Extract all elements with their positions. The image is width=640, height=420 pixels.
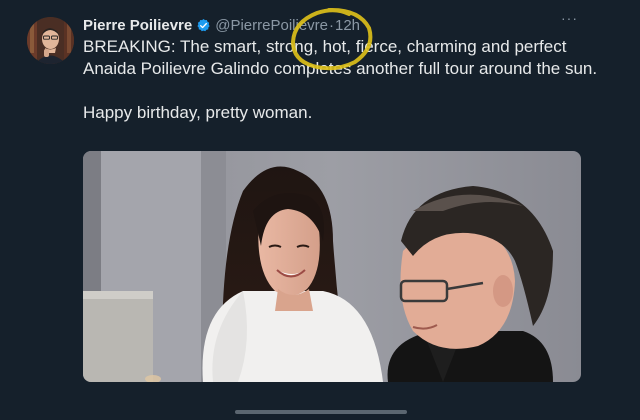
tweet-text-paragraph: Happy birthday, pretty woman. [83,103,313,122]
tweet[interactable]: Pierre Poilievre @PierrePoilievre · 12h … [0,0,640,420]
author-handle[interactable]: @PierrePoilievre [215,17,328,34]
tweet-header: Pierre Poilievre @PierrePoilievre · 12h [83,14,360,36]
home-indicator[interactable] [235,410,407,414]
more-options-icon[interactable]: ··· [561,10,578,26]
meta-separator: · [329,16,334,34]
tweet-text-paragraph: BREAKING: The smart, strong, hot, fierce… [83,37,598,78]
verified-badge-icon [196,18,211,33]
avatar[interactable] [27,17,74,64]
tweet-timestamp[interactable]: 12h [335,17,360,34]
tweet-photo[interactable] [83,151,581,382]
tweet-text: BREAKING: The smart, strong, hot, fierce… [83,36,603,124]
author-name[interactable]: Pierre Poilievre [83,17,192,34]
